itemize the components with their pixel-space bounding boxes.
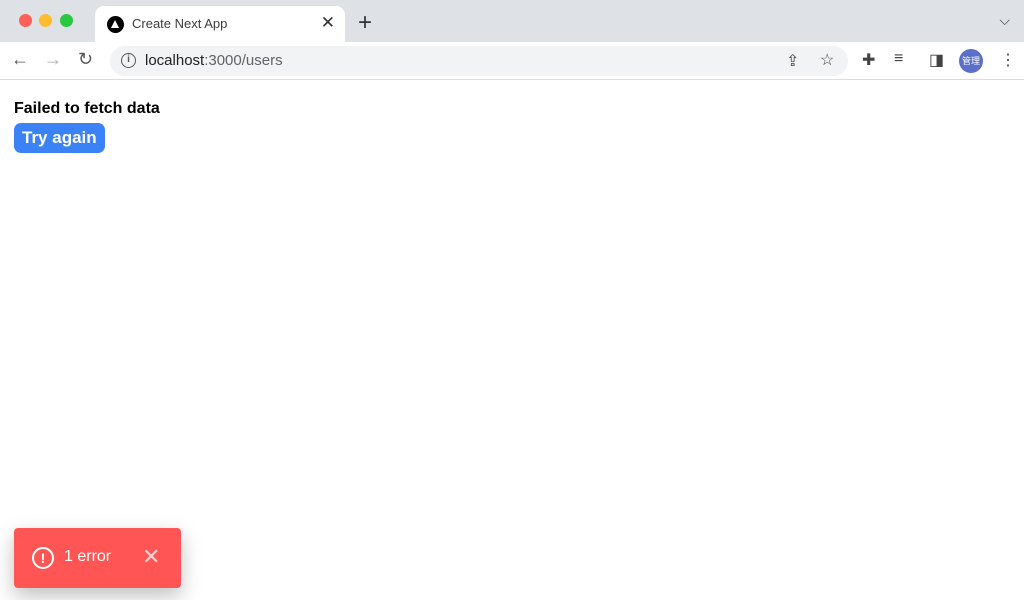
- address-bar[interactable]: i localhost:3000/users ⇪ ☆: [110, 46, 848, 76]
- share-icon[interactable]: ⇪: [786, 51, 799, 71]
- forward-icon[interactable]: →: [44, 49, 62, 70]
- profile-avatar[interactable]: 管理: [959, 49, 983, 73]
- star-icon[interactable]: ☆: [820, 50, 834, 70]
- close-icon[interactable]: ✕: [142, 544, 160, 570]
- window-close-button[interactable]: [19, 14, 32, 27]
- error-toast[interactable]: ! 1 error ✕: [14, 528, 181, 588]
- info-icon[interactable]: i: [121, 53, 136, 68]
- tab-create-next-app[interactable]: Create Next App ✕: [95, 6, 345, 42]
- window-zoom-button[interactable]: [60, 14, 73, 27]
- error-count: 1 error: [64, 548, 112, 565]
- url-text[interactable]: localhost:3000/users: [145, 52, 283, 69]
- reload-icon[interactable]: ↻: [78, 49, 93, 70]
- extensions-icon[interactable]: ✚: [862, 50, 875, 70]
- back-icon[interactable]: ←: [11, 49, 29, 70]
- try-again-button[interactable]: Try again: [14, 123, 105, 153]
- media-control-icon[interactable]: ≡: [894, 50, 903, 68]
- browser-toolbar: ← → ↻ i localhost:3000/users ⇪ ☆ ✚ ≡ ◨ 管…: [0, 42, 1024, 80]
- alert-circle-icon: !: [32, 547, 54, 569]
- more-menu-icon[interactable]: ⋮: [1000, 50, 1016, 70]
- error-heading: Failed to fetch data: [14, 100, 160, 117]
- close-tab-icon[interactable]: ✕: [321, 13, 335, 33]
- tab-bar: Create Next App ✕ + ⌵: [0, 0, 1024, 42]
- tab-title: Create Next App: [132, 16, 228, 31]
- chevron-down-icon[interactable]: ⌵: [999, 12, 1010, 29]
- new-tab-icon[interactable]: +: [358, 9, 372, 37]
- nextjs-logo-icon: [107, 16, 124, 33]
- page-content: Failed to fetch data Try again: [14, 100, 160, 153]
- side-panel-icon[interactable]: ◨: [929, 50, 944, 70]
- window-minimize-button[interactable]: [39, 14, 52, 27]
